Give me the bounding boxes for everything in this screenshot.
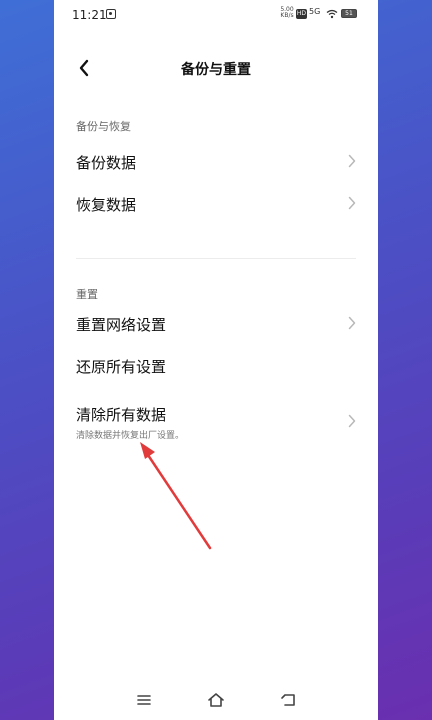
list-item-restore-data[interactable]: 恢复数据: [54, 184, 378, 224]
list-item-backup-data[interactable]: 备份数据: [54, 142, 378, 182]
list-item-subtitle: 清除数据并恢复出厂设置。: [76, 431, 185, 441]
battery-icon: 51: [341, 9, 357, 18]
list-item-reset-network[interactable]: 重置网络设置: [54, 304, 378, 344]
home-icon: [208, 693, 224, 707]
return-icon: [281, 694, 295, 706]
section-divider: [76, 258, 356, 259]
wifi-icon: [326, 9, 338, 19]
navigation-bar: [54, 676, 378, 720]
chevron-right-icon: [348, 316, 356, 330]
section-label-backup: 备份与恢复: [76, 120, 131, 133]
chevron-right-icon: [348, 414, 356, 428]
list-item-label: 清除所有数据: [76, 406, 167, 424]
section-label-reset: 重置: [76, 288, 98, 301]
list-item-restore-all-settings[interactable]: 还原所有设置: [54, 346, 378, 386]
phone-screen: 11:21 5.00 KB/s HD 5G HD 51 备份与重置 备份与恢复 …: [54, 0, 378, 720]
status-time: 11:21: [72, 8, 107, 22]
menu-icon: [137, 695, 151, 705]
list-item-label: 重置网络设置: [76, 316, 167, 334]
page-header: 备份与重置: [54, 50, 378, 86]
home-button[interactable]: [204, 688, 228, 712]
status-bar: 11:21 5.00 KB/s HD 5G HD 51: [54, 0, 378, 30]
list-item-label: 还原所有设置: [76, 358, 167, 376]
network-speed: 5.00 KB/s: [280, 6, 294, 19]
hd-badge-1: HD: [296, 9, 307, 19]
return-button[interactable]: [276, 688, 300, 712]
page-title: 备份与重置: [181, 62, 251, 78]
list-item-label: 备份数据: [76, 154, 137, 172]
chevron-right-icon: [348, 154, 356, 168]
list-item-erase-all-data[interactable]: 清除所有数据 清除数据并恢复出厂设置。: [54, 394, 378, 446]
menu-button[interactable]: [132, 688, 156, 712]
list-item-label: 恢复数据: [76, 196, 137, 214]
chevron-right-icon: [348, 196, 356, 210]
network-type: 5G: [309, 7, 321, 16]
notification-icon: [106, 9, 116, 19]
